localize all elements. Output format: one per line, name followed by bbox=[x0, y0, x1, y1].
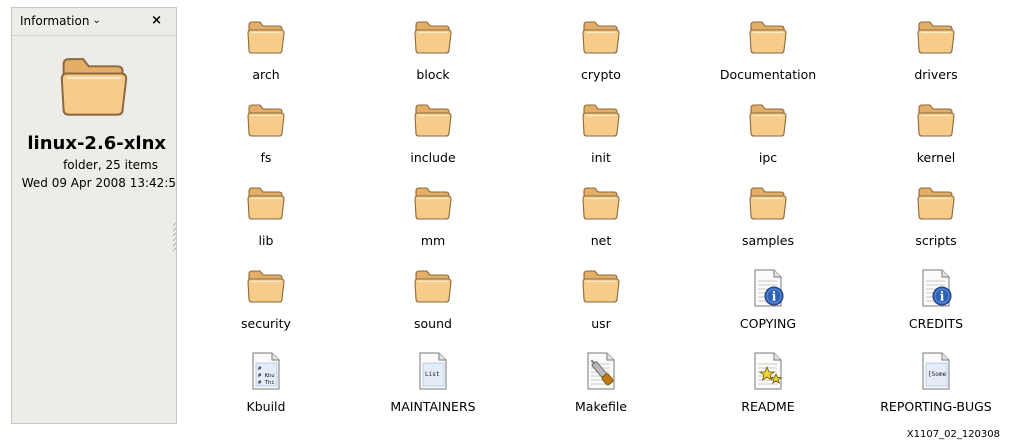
file-item[interactable]: security bbox=[191, 253, 341, 333]
file-item-label: init bbox=[591, 150, 611, 165]
preview-line: # Thi bbox=[258, 380, 275, 386]
file-item-label: arch bbox=[252, 67, 280, 82]
file-item-label: MAINTAINERS bbox=[390, 399, 476, 414]
file-item[interactable]: fs bbox=[191, 87, 341, 167]
file-item-label: REPORTING-BUGS bbox=[880, 399, 992, 414]
folder-icon bbox=[916, 184, 956, 226]
file-item[interactable]: net bbox=[526, 170, 676, 250]
file-item-label: Kbuild bbox=[246, 399, 286, 414]
file-item[interactable]: kernel bbox=[861, 87, 1009, 167]
file-item-label: net bbox=[590, 233, 612, 248]
file-item[interactable]: init bbox=[526, 87, 676, 167]
file-item[interactable]: [Some REPORTING-BUGS bbox=[861, 336, 1009, 416]
file-item[interactable]: block bbox=[358, 4, 508, 84]
file-item[interactable]: i COPYING bbox=[693, 253, 843, 333]
file-item-label: ipc bbox=[758, 150, 778, 165]
file-item-label: include bbox=[410, 150, 456, 165]
folder-icon bbox=[748, 101, 788, 143]
folder-icon bbox=[413, 184, 453, 226]
preview-line: List bbox=[425, 371, 440, 378]
file-item-label: kernel bbox=[916, 150, 956, 165]
file-item[interactable]: README bbox=[693, 336, 843, 416]
folder-icon bbox=[246, 267, 286, 309]
readme-document-icon bbox=[748, 350, 788, 392]
text-document-icon: List bbox=[413, 350, 453, 392]
folder-icon bbox=[246, 101, 286, 143]
file-item[interactable]: scripts bbox=[861, 170, 1009, 250]
svg-text:i: i bbox=[940, 290, 945, 304]
file-item-label: README bbox=[741, 399, 795, 414]
file-item[interactable]: crypto bbox=[526, 4, 676, 84]
folder-icon bbox=[246, 18, 286, 60]
file-item-label: security bbox=[241, 316, 291, 331]
file-item-label: drivers bbox=[914, 67, 958, 82]
folder-icon bbox=[581, 18, 621, 60]
file-item-label: Makefile bbox=[575, 399, 627, 414]
file-item[interactable]: Makefile bbox=[526, 336, 676, 416]
file-item[interactable]: Documentation bbox=[693, 4, 843, 84]
file-item-label: mm bbox=[420, 233, 446, 248]
file-item-label: samples bbox=[742, 233, 794, 248]
file-item-label: COPYING bbox=[739, 316, 797, 331]
preview-line: [Some bbox=[928, 371, 946, 378]
info-document-icon: i bbox=[748, 267, 788, 309]
file-item-label: crypto bbox=[581, 67, 621, 82]
file-item-label: lib bbox=[258, 233, 274, 248]
folder-icon bbox=[413, 267, 453, 309]
file-item[interactable]: mm bbox=[358, 170, 508, 250]
folder-icon bbox=[246, 184, 286, 226]
folder-icon bbox=[748, 184, 788, 226]
text-document-icon: [Some bbox=[916, 350, 956, 392]
file-item[interactable]: sound bbox=[358, 253, 508, 333]
file-icon-grid: arch block crypto Documentation drivers … bbox=[0, 0, 1009, 443]
file-item[interactable]: include bbox=[358, 87, 508, 167]
makefile-document-icon bbox=[581, 350, 621, 392]
file-item[interactable]: # # Kbu # Thi Kbuild bbox=[191, 336, 341, 416]
file-item-label: block bbox=[416, 67, 450, 82]
folder-icon bbox=[581, 267, 621, 309]
info-document-icon: i bbox=[916, 267, 956, 309]
file-item-label: fs bbox=[260, 150, 272, 165]
folder-icon bbox=[916, 18, 956, 60]
folder-icon bbox=[916, 101, 956, 143]
file-item[interactable]: i CREDITS bbox=[861, 253, 1009, 333]
text-document-icon: # # Kbu # Thi bbox=[246, 350, 286, 392]
figure-caption: X1107_02_120308 bbox=[906, 429, 1000, 440]
file-item-label: sound bbox=[414, 316, 452, 331]
file-item-label: Documentation bbox=[719, 67, 817, 82]
file-item[interactable]: lib bbox=[191, 170, 341, 250]
file-item-label: scripts bbox=[915, 233, 957, 248]
file-item-label: usr bbox=[591, 316, 611, 331]
file-item[interactable]: ipc bbox=[693, 87, 843, 167]
file-item[interactable]: arch bbox=[191, 4, 341, 84]
file-item[interactable]: samples bbox=[693, 170, 843, 250]
folder-icon bbox=[581, 184, 621, 226]
file-item[interactable]: usr bbox=[526, 253, 676, 333]
file-item[interactable]: List MAINTAINERS bbox=[358, 336, 508, 416]
folder-icon bbox=[413, 101, 453, 143]
file-item[interactable]: drivers bbox=[861, 4, 1009, 84]
preview-line: # Kbu bbox=[258, 373, 275, 379]
file-item-label: CREDITS bbox=[908, 316, 964, 331]
folder-icon bbox=[581, 101, 621, 143]
folder-icon bbox=[413, 18, 453, 60]
svg-text:i: i bbox=[772, 290, 777, 304]
folder-icon bbox=[748, 18, 788, 60]
